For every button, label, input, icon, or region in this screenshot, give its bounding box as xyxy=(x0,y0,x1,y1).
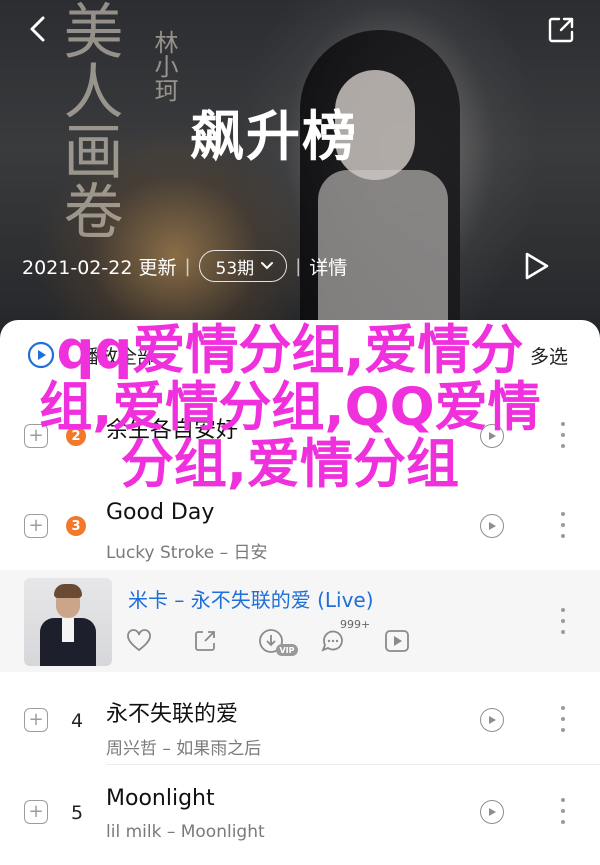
more-options-button[interactable] xyxy=(556,512,570,538)
play-mv-icon xyxy=(489,432,496,440)
back-button[interactable] xyxy=(24,14,50,44)
mv-button[interactable] xyxy=(480,514,504,538)
header-play-button[interactable] xyxy=(518,248,554,284)
update-date: 2021-02-22 更新 xyxy=(22,256,177,279)
rank-badge: 3 xyxy=(66,516,86,536)
row-divider xyxy=(106,764,600,765)
chevron-down-icon xyxy=(261,262,274,270)
add-to-playlist-button[interactable]: + xyxy=(24,800,48,824)
list-item[interactable]: + 5 Moonlight lil milk – Moonlight xyxy=(0,766,600,865)
play-mv-icon xyxy=(489,522,496,530)
share-icon[interactable] xyxy=(192,628,218,654)
song-subtitle: 周兴哲 – 如果雨之后 xyxy=(106,739,262,759)
now-playing-title: 米卡 – 永不失联的爱 (Live) xyxy=(128,588,374,612)
details-link[interactable]: 详情 xyxy=(309,253,347,280)
more-options-button[interactable] xyxy=(556,706,570,732)
issue-count-pill[interactable]: 53期 xyxy=(198,250,288,282)
song-subtitle: lil milk – Moonlight xyxy=(106,822,265,842)
now-playing-row[interactable]: 米卡 – 永不失联的爱 (Live) VIP 999+ xyxy=(0,570,600,672)
list-item[interactable]: + 4 永不失联的爱 周兴哲 – 如果雨之后 xyxy=(0,674,600,764)
rank-number: 5 xyxy=(70,802,84,824)
comment-icon[interactable] xyxy=(320,628,346,654)
chart-header: 美人画卷 林小珂 飙升榜 2021-02-22 更新 | 53期 | 详情 xyxy=(0,0,600,330)
more-options-button[interactable] xyxy=(556,422,570,448)
chart-title: 飙升榜 xyxy=(190,105,358,168)
album-cover xyxy=(24,578,112,666)
add-to-playlist-button[interactable]: + xyxy=(24,424,48,448)
song-title: Moonlight xyxy=(106,786,215,811)
rank-badge: 2 xyxy=(66,426,86,446)
song-subtitle: Lucky Stroke – 日安 xyxy=(106,543,268,563)
song-title: Good Day xyxy=(106,500,215,525)
play-mv-icon xyxy=(489,808,496,816)
more-options-button[interactable] xyxy=(556,798,570,824)
comment-count-badge: 999+ xyxy=(340,618,371,631)
back-arrow-icon xyxy=(30,16,45,42)
share-button[interactable] xyxy=(545,14,577,46)
like-icon[interactable] xyxy=(126,628,152,654)
mv-button[interactable] xyxy=(480,800,504,824)
play-icon xyxy=(525,252,549,280)
album-calligraphy: 美人画卷 xyxy=(53,0,123,240)
mv-button[interactable] xyxy=(480,708,504,732)
more-options-button[interactable] xyxy=(556,608,570,634)
play-all-label[interactable]: 播放全部 xyxy=(80,342,156,369)
song-title: 余生各自安好 xyxy=(106,418,239,443)
play-all-icon[interactable] xyxy=(26,340,56,370)
list-toolbar: 播放全部 多选 xyxy=(0,320,600,392)
artist-vertical-text: 林小珂 xyxy=(150,30,178,102)
mv-button[interactable] xyxy=(480,424,504,448)
list-item[interactable]: + 3 Good Day Lucky Stroke – 日安 xyxy=(0,482,600,570)
list-item[interactable]: + 2 余生各自安好 xyxy=(0,392,600,482)
separator: | xyxy=(295,255,302,277)
add-to-playlist-button[interactable]: + xyxy=(24,514,48,538)
chart-meta-row: 2021-02-22 更新 | 53期 | 详情 xyxy=(22,250,422,282)
rank-number: 4 xyxy=(70,710,84,732)
separator: | xyxy=(184,255,191,277)
play-mv-icon[interactable] xyxy=(384,628,410,654)
issue-count: 53期 xyxy=(215,258,255,279)
multi-select-button[interactable]: 多选 xyxy=(530,342,568,369)
now-playing-actions: VIP 999+ xyxy=(126,618,416,656)
share-icon xyxy=(548,17,574,43)
vip-tag: VIP xyxy=(276,644,298,656)
play-mv-icon xyxy=(489,716,496,724)
song-title: 永不失联的爱 xyxy=(106,702,239,727)
song-list-panel: 播放全部 多选 + 2 余生各自安好 + 3 Good Day Lucky St… xyxy=(0,320,600,865)
add-to-playlist-button[interactable]: + xyxy=(24,708,48,732)
